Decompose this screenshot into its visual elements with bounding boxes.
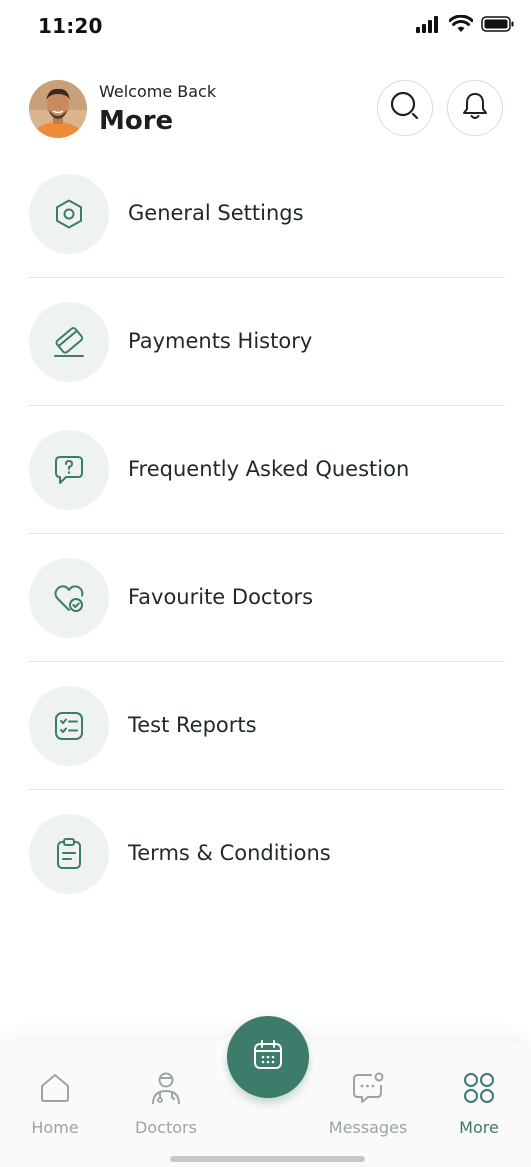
home-indicator	[170, 1156, 365, 1162]
tab-messages[interactable]: Messages	[318, 1070, 418, 1137]
divider	[28, 533, 505, 534]
tab-doctors[interactable]: Doctors	[116, 1070, 216, 1137]
menu-list: General Settings Payments History Freque…	[0, 173, 531, 941]
calendar-icon	[251, 1038, 285, 1076]
signal-icon	[415, 15, 441, 37]
menu-item-test-reports[interactable]: Test Reports	[28, 685, 505, 813]
status-icons	[415, 14, 515, 37]
avatar[interactable]	[29, 80, 87, 138]
home-icon	[5, 1070, 105, 1106]
divider	[28, 661, 505, 662]
welcome-text: Welcome Back	[99, 82, 217, 101]
menu-item-favourite-doctors[interactable]: Favourite Doctors	[28, 557, 505, 685]
menu-item-terms-conditions[interactable]: Terms & Conditions	[28, 813, 505, 941]
tab-more[interactable]: More	[429, 1070, 529, 1137]
menu-item-label: Terms & Conditions	[128, 841, 331, 865]
tab-home[interactable]: Home	[5, 1070, 105, 1137]
heart-check-icon	[29, 558, 109, 638]
question-bubble-icon	[29, 430, 109, 510]
settings-hex-icon	[29, 174, 109, 254]
menu-item-label: Test Reports	[128, 713, 257, 737]
divider	[28, 277, 505, 278]
status-time: 11:20	[38, 14, 103, 38]
grid-icon	[429, 1070, 529, 1106]
battery-icon	[481, 15, 515, 37]
menu-item-label: Favourite Doctors	[128, 585, 314, 609]
divider	[28, 789, 505, 790]
tab-label: Doctors	[135, 1118, 197, 1137]
menu-item-label: Frequently Asked Question	[128, 457, 410, 481]
chat-icon	[318, 1070, 418, 1106]
tab-label: Home	[31, 1118, 79, 1137]
doctor-icon	[116, 1070, 216, 1106]
bottom-tab-bar: Home Doctors Messages More	[0, 1016, 531, 1167]
notifications-button[interactable]	[447, 80, 503, 136]
tab-label: More	[459, 1118, 499, 1137]
card-icon	[29, 302, 109, 382]
wifi-icon	[448, 14, 474, 37]
search-button[interactable]	[377, 80, 433, 136]
tab-label: Messages	[328, 1118, 408, 1137]
clipboard-icon	[29, 814, 109, 894]
menu-item-payments-history[interactable]: Payments History	[28, 301, 505, 429]
status-bar: 11:20	[0, 0, 531, 56]
menu-item-label: Payments History	[128, 329, 313, 353]
checklist-icon	[29, 686, 109, 766]
header: Welcome Back More	[0, 78, 531, 142]
page-title: More	[99, 106, 174, 136]
search-icon	[389, 90, 421, 126]
menu-item-general-settings[interactable]: General Settings	[28, 173, 505, 301]
menu-item-faq[interactable]: Frequently Asked Question	[28, 429, 505, 557]
book-appointment-button[interactable]	[227, 1016, 309, 1098]
bell-icon	[461, 91, 489, 125]
menu-item-label: General Settings	[128, 201, 304, 225]
divider	[28, 405, 505, 406]
